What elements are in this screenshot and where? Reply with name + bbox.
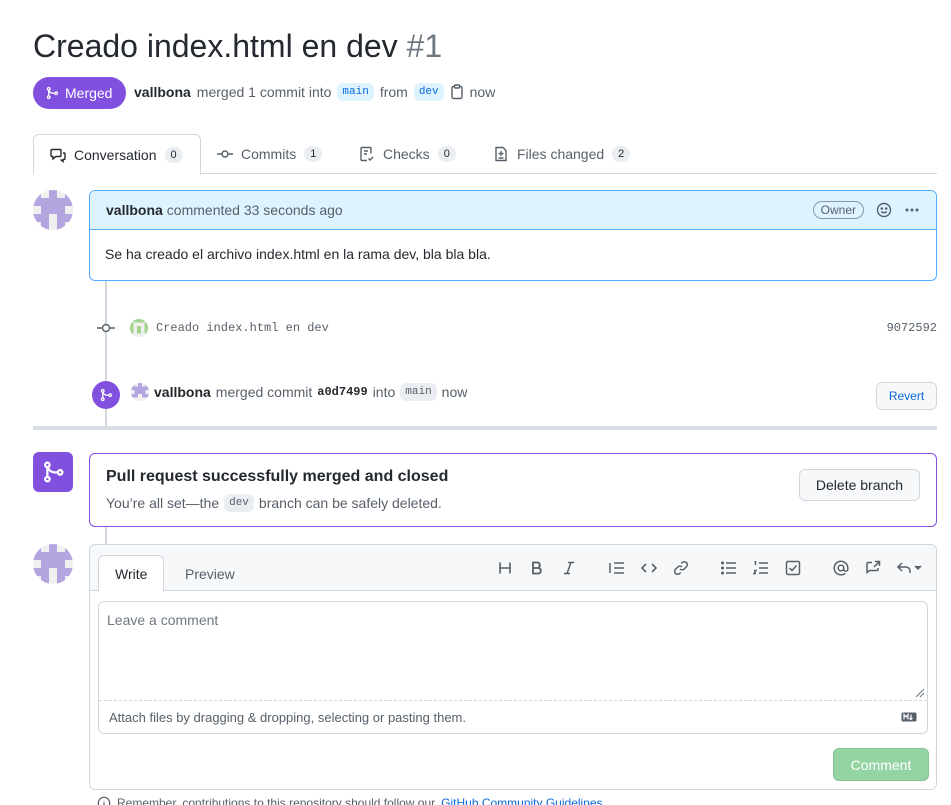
commit-message[interactable]: Creado index.html en dev <box>156 321 329 335</box>
unordered-list-icon[interactable] <box>720 559 738 577</box>
merge-event-badge <box>92 381 120 409</box>
italic-icon[interactable] <box>560 559 578 577</box>
merged-box-title: Pull request successfully merged and clo… <box>106 468 449 485</box>
tab-commits-label: Commits <box>241 146 297 162</box>
pr-time: now <box>469 84 496 100</box>
pr-number: #1 <box>406 28 443 64</box>
delete-branch-button[interactable]: Delete branch <box>799 469 920 501</box>
git-commit-icon <box>217 150 233 158</box>
merged-status-badge: Merged <box>33 77 126 109</box>
link-icon[interactable] <box>672 559 690 577</box>
comment-input[interactable]: Leave a comment <box>99 602 927 701</box>
checklist-icon <box>360 146 374 162</box>
pr-title-text: Creado index.html en dev <box>33 28 398 64</box>
resize-handle-icon[interactable] <box>915 688 925 698</box>
merged-sub-before: You’re all set—the <box>106 495 220 511</box>
commit-sha[interactable]: 9072592 <box>887 321 937 335</box>
merge-author-avatar[interactable] <box>131 383 149 401</box>
pr-author-link[interactable]: vallbona <box>134 84 191 100</box>
comment-placeholder: Leave a comment <box>107 612 219 628</box>
info-icon <box>97 796 111 805</box>
comment-action[interactable]: commented 33 seconds ago <box>167 202 343 218</box>
tab-preview[interactable]: Preview <box>169 555 251 592</box>
heading-icon[interactable] <box>496 559 514 577</box>
tab-files-changed-count: 2 <box>612 146 631 162</box>
tab-checks-count: 0 <box>437 146 456 162</box>
editor-toolbar: Write Preview <box>90 545 936 592</box>
comment-header: vallbona commented 33 seconds ago Owner <box>90 191 936 230</box>
add-reaction-icon[interactable] <box>876 202 892 218</box>
pr-meta: vallbona merged 1 commit into main from … <box>134 83 495 101</box>
tab-commits[interactable]: Commits 1 <box>201 134 338 174</box>
kebab-horizontal-icon[interactable] <box>904 202 920 218</box>
base-branch-label[interactable]: main <box>337 83 374 101</box>
pr-meta-from-text: from <box>379 84 408 100</box>
pr-tabs: Conversation 0 Commits 1 Checks 0 Files … <box>33 134 937 175</box>
merge-event-time[interactable]: now <box>442 384 468 400</box>
pr-title: Creado index.html en dev #1 <box>33 28 442 65</box>
attach-files-bar[interactable]: Attach files by dragging & dropping, sel… <box>99 701 927 733</box>
new-comment-form: Write Preview Leave a comment Attach fil… <box>89 544 937 790</box>
merged-status-label: Merged <box>65 85 113 101</box>
merge-author[interactable]: vallbona <box>154 384 211 400</box>
merged-state-icon <box>33 452 73 492</box>
merge-event-text: merged commit <box>215 384 313 400</box>
git-merge-icon <box>46 86 59 100</box>
copy-icon[interactable] <box>450 84 464 100</box>
timeline-line-lower <box>105 527 107 544</box>
git-merge-icon <box>100 388 113 402</box>
merged-branch-label[interactable]: dev <box>224 494 254 512</box>
mention-icon[interactable] <box>832 559 850 577</box>
commit-author-avatar[interactable] <box>130 319 148 337</box>
quote-icon[interactable] <box>608 559 626 577</box>
guidelines-link[interactable]: GitHub Community Guidelines. <box>441 796 606 805</box>
avatar[interactable] <box>33 544 73 584</box>
task-list-icon[interactable] <box>784 559 802 577</box>
comment-discussion-icon <box>50 148 66 163</box>
avatar[interactable] <box>33 190 73 230</box>
merge-target-branch[interactable]: main <box>400 383 437 401</box>
bold-icon[interactable] <box>528 559 546 577</box>
file-diff-icon <box>495 146 507 162</box>
comment-textarea[interactable]: Leave a comment Attach files by dragging… <box>98 601 928 734</box>
merged-box-subtitle: You’re all set—the dev branch can be saf… <box>106 494 920 512</box>
tab-conversation-label: Conversation <box>74 146 157 163</box>
merge-into-text: into <box>372 384 396 400</box>
merge-commit-sha[interactable]: a0d7499 <box>317 385 367 399</box>
tab-write[interactable]: Write <box>98 555 165 592</box>
owner-badge: Owner <box>812 201 864 219</box>
merged-sub-after: branch can be safely deleted. <box>258 495 442 511</box>
guidelines-note: Remember, contributions to this reposito… <box>97 796 606 805</box>
tab-conversation[interactable]: Conversation 0 <box>33 134 201 175</box>
comment-submit-button[interactable]: Comment <box>833 748 929 781</box>
markdown-icon[interactable] <box>901 712 917 722</box>
saved-replies-icon[interactable] <box>896 559 924 577</box>
timeline-commit: Creado index.html en dev 9072592 <box>96 318 937 338</box>
head-branch-label[interactable]: dev <box>413 83 444 101</box>
tab-files-changed[interactable]: Files changed 2 <box>477 134 646 174</box>
guidelines-text: Remember, contributions to this reposito… <box>117 796 436 805</box>
tab-files-changed-label: Files changed <box>517 146 605 162</box>
merge-event: vallbona merged commit a0d7499 into main… <box>131 383 467 401</box>
cross-reference-icon[interactable] <box>864 559 882 577</box>
comment-author[interactable]: vallbona <box>106 202 163 218</box>
timeline-divider <box>33 426 937 430</box>
attach-files-text: Attach files by dragging & dropping, sel… <box>109 709 466 725</box>
tab-commits-count: 1 <box>304 146 323 162</box>
revert-button[interactable]: Revert <box>876 382 937 410</box>
ordered-list-icon[interactable] <box>752 559 770 577</box>
tab-checks-label: Checks <box>383 146 430 162</box>
tab-conversation-count: 0 <box>164 146 183 163</box>
pr-comment: vallbona commented 33 seconds ago Owner … <box>89 190 937 281</box>
comment-body: Se ha creado el archivo index.html en la… <box>105 246 491 262</box>
tab-checks[interactable]: Checks 0 <box>343 134 472 174</box>
git-merge-icon <box>44 461 64 483</box>
code-icon[interactable] <box>640 559 658 577</box>
git-commit-icon <box>97 323 115 333</box>
pr-meta-merged-text: merged 1 commit into <box>196 84 332 100</box>
